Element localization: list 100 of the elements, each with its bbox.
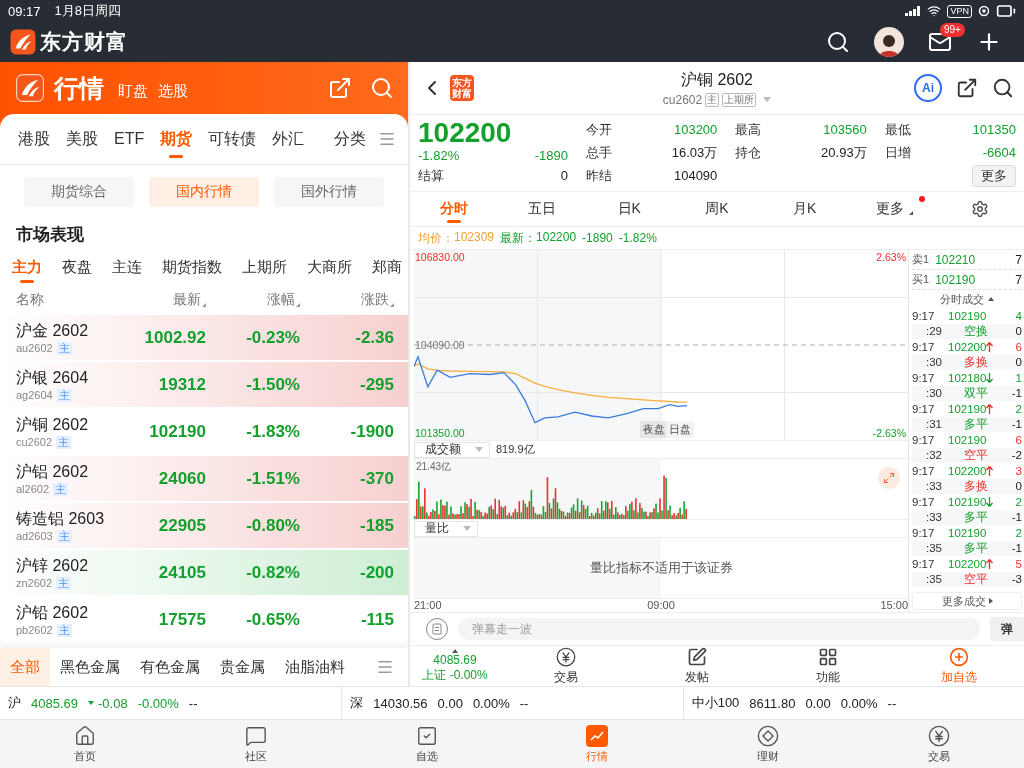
market-tab[interactable]: 美股 xyxy=(58,114,106,164)
contract-code: au2602 xyxy=(16,342,53,354)
book-price: 102210 xyxy=(935,252,976,267)
indicator-select[interactable]: 成交额 xyxy=(414,441,490,458)
nav-tab[interactable]: 首页 xyxy=(0,720,171,768)
expand-button[interactable] xyxy=(878,467,900,490)
exchange-tab[interactable]: 期货指数 xyxy=(152,249,232,285)
action-button[interactable]: 发帖 xyxy=(631,646,762,686)
segment-button[interactable]: 国外行情 xyxy=(274,177,384,207)
main-contract-tag: 主 xyxy=(56,576,72,590)
indicator-select[interactable]: 量比 xyxy=(414,520,478,537)
trade-time: 9:17 xyxy=(912,402,936,415)
up-arrow-icon xyxy=(986,341,994,352)
axis-label: 21.43亿 xyxy=(416,460,452,475)
book-price: 102190 xyxy=(935,272,976,287)
open-interest-change: -1 xyxy=(1010,542,1022,555)
trade-type: 空平 xyxy=(964,447,988,463)
current-price: 102200 xyxy=(418,118,513,148)
category-tab[interactable]: 黑色金属 xyxy=(50,648,130,686)
change-value: -1890 xyxy=(534,148,568,163)
send-button[interactable]: 弹 xyxy=(990,617,1024,641)
down-arrow-icon xyxy=(986,496,994,507)
trade-second: :35 xyxy=(925,542,942,555)
chart-tab[interactable]: 日K xyxy=(613,192,645,226)
trades-title[interactable]: 分时成交 xyxy=(940,291,984,307)
contract-code: cu2602 xyxy=(16,436,53,448)
book-label: 买1 xyxy=(912,272,930,287)
chart-tab[interactable]: 五日 xyxy=(523,192,560,226)
market-tab[interactable]: 可转债 xyxy=(200,114,265,164)
index-change: 0.00 xyxy=(437,695,463,711)
last-price: 102190 xyxy=(148,421,206,442)
last-price: 17575 xyxy=(157,609,206,630)
trade-volume: 2 xyxy=(1014,526,1022,539)
turnover-value: 819.9亿 xyxy=(496,442,535,458)
contract-name: 沪锌 2602 xyxy=(16,555,90,576)
change-percent: -1.83% xyxy=(245,421,300,442)
search-icon[interactable] xyxy=(992,77,1014,99)
axis-label: 21:00 xyxy=(414,599,442,612)
menu-icon[interactable] xyxy=(378,130,396,148)
trade-price: 102200 xyxy=(948,340,987,353)
action-button[interactable]: 功能 xyxy=(762,646,893,686)
nav-tab[interactable]: 交易 xyxy=(853,720,1024,768)
change-percent: -1.82% xyxy=(418,148,460,163)
ai-button[interactable]: Ai xyxy=(914,74,942,102)
category-tab[interactable]: 有色金属 xyxy=(130,648,210,686)
category-button[interactable]: 分类 xyxy=(334,128,366,150)
menu-icon[interactable] xyxy=(376,658,394,676)
document-icon[interactable] xyxy=(426,618,448,640)
trade-price: 102200 xyxy=(948,557,987,570)
column-header[interactable]: 名称 xyxy=(16,291,44,309)
segment-button[interactable]: 期货综合 xyxy=(24,177,134,207)
exchange-tab[interactable]: 主连 xyxy=(102,249,152,285)
exchange-tab[interactable]: 郑商 xyxy=(362,249,408,285)
trade-volume: 6 xyxy=(1014,433,1022,446)
market-tab[interactable]: ETF xyxy=(106,114,153,164)
index-extra: -- xyxy=(887,695,897,711)
column-header[interactable]: 涨跌 xyxy=(361,291,389,309)
status-date: 1月8日周四 xyxy=(54,2,121,20)
more-trades-button[interactable]: 更多成交 xyxy=(912,592,1022,610)
column-header[interactable]: 最新 xyxy=(173,291,201,309)
stat-value: 0 xyxy=(560,168,568,183)
share-icon[interactable] xyxy=(956,77,978,99)
market-tab[interactable]: 港股 xyxy=(10,114,58,164)
open-interest-change: 0 xyxy=(1014,480,1022,493)
open-interest-change: -1 xyxy=(1010,387,1022,400)
category-tab[interactable]: 贵金属 xyxy=(210,648,275,686)
stat-label: 最高 xyxy=(735,120,762,139)
exchange-tab[interactable]: 上期所 xyxy=(232,249,297,285)
trade-price: 102190 xyxy=(948,402,987,415)
nav-tab[interactable]: 社区 xyxy=(170,720,342,768)
nav-tab[interactable]: 理财 xyxy=(682,720,854,768)
main-contract-tag: 主 xyxy=(56,529,72,543)
open-interest-change: -1 xyxy=(1010,511,1022,524)
trade-second: :32 xyxy=(925,449,942,462)
category-tab[interactable]: 油脂油料 xyxy=(275,648,355,686)
caret-icon xyxy=(475,447,483,453)
contract-name: 沪铜 2602 xyxy=(16,414,90,435)
comment-field[interactable]: 弹幕走一波 xyxy=(458,618,980,640)
exchange-tab[interactable]: 大商所 xyxy=(297,249,362,285)
nav-tab[interactable]: 自选 xyxy=(341,720,512,768)
index-name: 深 xyxy=(350,694,364,712)
axis-label: 09:00 xyxy=(647,599,675,612)
exchange-tab[interactable]: 夜盘 xyxy=(52,249,102,285)
avatar-icon[interactable] xyxy=(874,27,904,57)
column-header[interactable]: 涨幅 xyxy=(267,291,295,309)
settings-icon[interactable] xyxy=(971,200,990,218)
trade-time: 9:17 xyxy=(912,433,936,446)
chart-tab[interactable]: 更多 xyxy=(871,192,908,226)
trade-second: :30 xyxy=(925,387,942,400)
search-icon[interactable] xyxy=(826,30,850,54)
stat-label: 结算 xyxy=(418,166,444,185)
stat-value: 20.93万 xyxy=(821,143,867,162)
add-circle-icon xyxy=(948,646,969,667)
action-button[interactable]: 交易 xyxy=(500,646,631,686)
chart-tab[interactable]: 月K xyxy=(789,192,821,226)
change-percent: -0.80% xyxy=(245,515,300,536)
book-volume: 7 xyxy=(1015,272,1022,287)
market-tab[interactable]: 外汇 xyxy=(264,114,313,164)
more-button[interactable]: 更多 xyxy=(972,164,1016,187)
chart-tab[interactable]: 周K xyxy=(701,192,733,226)
